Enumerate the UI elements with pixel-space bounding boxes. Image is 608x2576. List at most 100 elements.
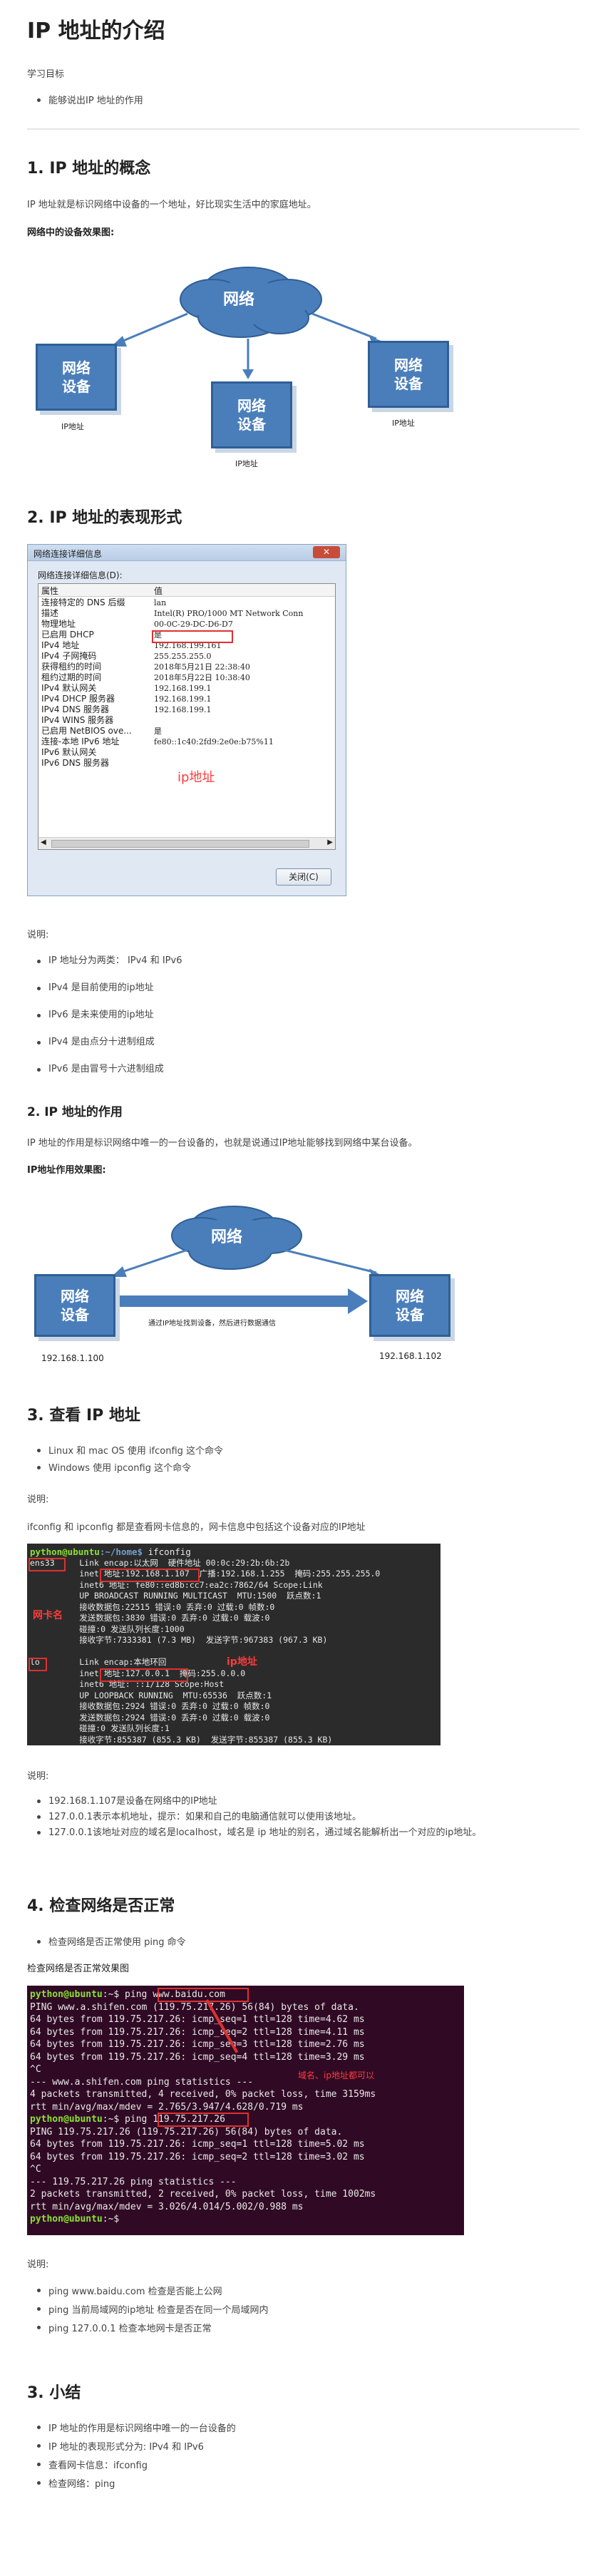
note-label: 说明: [27, 2259, 49, 2270]
table-row[interactable]: 连接-本地 IPv6 地址 fe80::1c40:2fd9:2e0e:b75%11 [41, 737, 332, 747]
device-box: 网络 设备 [36, 344, 117, 411]
scroll-left-icon[interactable]: ◀ [41, 838, 46, 846]
list-item: IP 地址的表现形式分为: IPv4 和 IPv6 [27, 2438, 569, 2457]
table-row[interactable]: IPv4 DHCP 服务器 192.168.199.1 [41, 694, 332, 704]
table-row[interactable]: IPv4 子网掩码 255.255.255.0 [41, 651, 332, 662]
ip-highlight [100, 1569, 200, 1582]
table-row[interactable]: IPv4 DNS 服务器 192.168.199.1 [41, 704, 332, 715]
section-heading: 2. IP 地址的作用 [27, 1105, 123, 1119]
network-details-dialog: 网络连接详细信息 ✕ 网络连接详细信息(D): 属性 值 连接特定的 DNS 后… [27, 544, 346, 896]
table-row[interactable]: 租约过期的时间 2018年5月22日 10:38:40 [41, 672, 332, 683]
section-heading: 2. IP 地址的表现形式 [27, 509, 182, 527]
scroll-right-icon[interactable]: ▶ [327, 838, 333, 846]
ip-annotation: ip地址 [227, 1656, 257, 1668]
ip-label: IP地址 [61, 422, 84, 431]
ip-label: IP地址 [235, 459, 258, 468]
list-item: 127.0.0.1表示本机地址，提示：如果和自己的电脑通信就可以使用该地址。 [27, 1810, 540, 1825]
horizontal-scrollbar[interactable]: ◀ ▶ [38, 837, 335, 849]
terminal-prompt: python@ubuntu:~/home$ ifconfig [30, 1546, 191, 1557]
terminal-line: rtt min/avg/max/mdev = 2.765/3.947/4.628… [30, 2101, 376, 2114]
table-row[interactable]: 物理地址 00-0C-29-DC-D6-D7 [41, 619, 332, 630]
ifconfig-terminal: python@ubuntu:~/home$ ifconfig ens33 Lin… [27, 1544, 440, 1745]
line-text: 2 packets transmitted, 2 received, 0% pa… [30, 2189, 376, 2200]
paragraph: ifconfig 和 ipconfig 都是查看网卡信息的，网卡信息中包括这个设… [27, 1522, 366, 1533]
section-heading: 3. 小结 [27, 2384, 81, 2402]
terminal-line: PING 119.75.217.26 (119.75.217.26) 56(84… [30, 2126, 376, 2139]
value-cell: 192.168.199.1 [154, 694, 212, 704]
line-text: 64 bytes from 119.75.217.26: icmp_seq=4 … [30, 2051, 365, 2063]
terminal-line: --- 119.75.217.26 ping statistics --- [30, 2176, 376, 2189]
list-item: IPv6 是由冒号十六进制组成 [27, 1062, 569, 1077]
note-label: 说明: [27, 1494, 49, 1505]
terminal-line: 64 bytes from 119.75.217.26: icmp_seq=3 … [30, 2038, 376, 2051]
value-cell: fe80::1c40:2fd9:2e0e:b75%11 [154, 737, 274, 746]
line-text: ^C [30, 2064, 41, 2075]
section-heading: 4. 检查网络是否正常 [27, 1897, 175, 1915]
ip-annotation: ip地址 [177, 770, 215, 785]
table-row[interactable]: 连接特定的 DNS 后缀 lan [41, 597, 332, 608]
dialog-title: 网络连接详细信息 [34, 549, 103, 559]
list-item: IPv4 是由点分十进制组成 [27, 1035, 569, 1050]
property-cell: 获得租约的时间 [41, 662, 102, 672]
terminal-line: 4 packets transmitted, 4 received, 0% pa… [30, 2088, 376, 2101]
table-row[interactable]: 描述 Intel(R) PRO/1000 MT Network Conn [41, 608, 332, 619]
note-label: 说明: [27, 1771, 49, 1782]
close-button[interactable]: 关闭(C) [276, 868, 331, 886]
terminal-line: 2 packets transmitted, 2 received, 0% pa… [30, 2188, 376, 2201]
nic-annotation: 网卡名 [33, 1610, 63, 1621]
value-cell: 192.168.199.1 [154, 684, 212, 693]
value-cell: 2018年5月21日 22:38:40 [154, 662, 250, 672]
terminal-line: UP BROADCAST RUNNING MULTICAST MTU:1500 … [30, 1591, 321, 1601]
commands-list: Linux 和 mac OS 使用 ifconfig 这个命令 Windows … [27, 1443, 569, 1477]
ping-list: 检查网络是否正常使用 ping 命令 [27, 1934, 569, 1948]
prompt-user: python@ubuntu [30, 1989, 103, 2000]
device-box: 网络 设备 [368, 341, 449, 408]
table-row[interactable]: 已启用 NetBIOS ove... 是 [41, 726, 332, 737]
col-header-value[interactable]: 值 [154, 585, 163, 597]
line-text: rtt min/avg/max/mdev = 3.026/4.014/5.002… [30, 2201, 304, 2212]
property-cell: 物理地址 [41, 619, 76, 629]
property-cell: IPv4 地址 [41, 640, 80, 650]
table-row[interactable]: 获得租约的时间 2018年5月21日 22:38:40 [41, 662, 332, 672]
arrow-caption: 通过IP地址找到设备，然后进行数据通信 [148, 1320, 276, 1328]
line-text: --- www.a.shifen.com ping statistics --- [30, 2076, 254, 2088]
line-text: 64 bytes from 119.75.217.26: icmp_seq=1 … [30, 2139, 365, 2150]
terminal-line: 发送数据包:3830 错误:0 丢弃:0 过载:0 载波:0 [30, 1613, 270, 1623]
table-row[interactable]: IPv4 默认网关 192.168.199.1 [41, 683, 332, 694]
line-text: --- 119.75.217.26 ping statistics --- [30, 2176, 237, 2187]
line-text: PING 119.75.217.26 (119.75.217.26) 56(84… [30, 2126, 343, 2138]
ip-label: IP地址 [392, 419, 415, 428]
property-cell: IPv6 默认网关 [41, 747, 97, 757]
line-text: PING www.a.shifen.com (119.75.217.26) 56… [30, 2001, 359, 2013]
ip-highlight [152, 630, 233, 643]
list-item: 检查网络是否正常使用 ping 命令 [27, 1934, 569, 1948]
scroll-thumb[interactable] [51, 840, 309, 848]
details-listview[interactable]: 属性 值 连接特定的 DNS 后缀 lan 描述 Intel(R) PRO/1000 … [38, 583, 336, 850]
line-text: rtt min/avg/max/mdev = 2.765/3.947/4.628… [30, 2101, 304, 2113]
line-text: 64 bytes from 119.75.217.26: icmp_seq=2 … [30, 2026, 365, 2038]
list-item: 127.0.0.1该地址对应的域名是localhost，域名是 ip 地址的别名… [27, 1825, 540, 1841]
ip-label-right: 192.168.1.102 [379, 1351, 442, 1361]
list-item: ping 当前局域网的ip地址 检查是否在同一个局域网内 [27, 2302, 569, 2320]
ping-annotation: 域名、ip地址都可以 [298, 2070, 374, 2080]
property-cell: 已启用 NetBIOS ove... [41, 726, 132, 736]
section-heading: 1. IP 地址的概念 [27, 160, 151, 178]
value-cell: 2018年5月22日 10:38:40 [154, 673, 250, 682]
dialog-caption: 网络连接详细信息(D): [38, 570, 123, 580]
property-cell: 连接特定的 DNS 后缀 [41, 597, 125, 607]
close-icon[interactable]: ✕ [313, 546, 340, 558]
prompt-user: python@ubuntu [30, 2214, 103, 2225]
line-text: :~$ [102, 2214, 125, 2225]
ping-terminal: python@ubuntu:~$ ping www.baidu.com PING … [27, 1986, 464, 2235]
list-item: Windows 使用 ipconfig 这个命令 [27, 1460, 569, 1477]
line-text: 64 bytes from 119.75.217.26: icmp_seq=2 … [30, 2151, 365, 2162]
nic-highlight [29, 1558, 66, 1571]
paragraph: IP地址作用效果图: [27, 1165, 106, 1176]
col-header-property[interactable]: 属性 [41, 585, 58, 597]
terminal-line: 接收字节:7333381 (7.3 MB) 发送字节:967383 (967.3… [30, 1635, 328, 1645]
property-cell: IPv4 子网掩码 [41, 651, 97, 661]
device-box: 网络 设备 [34, 1274, 115, 1337]
table-row[interactable]: IPv4 WINS 服务器 [41, 715, 332, 726]
table-row[interactable]: IPv6 默认网关 [41, 747, 332, 758]
